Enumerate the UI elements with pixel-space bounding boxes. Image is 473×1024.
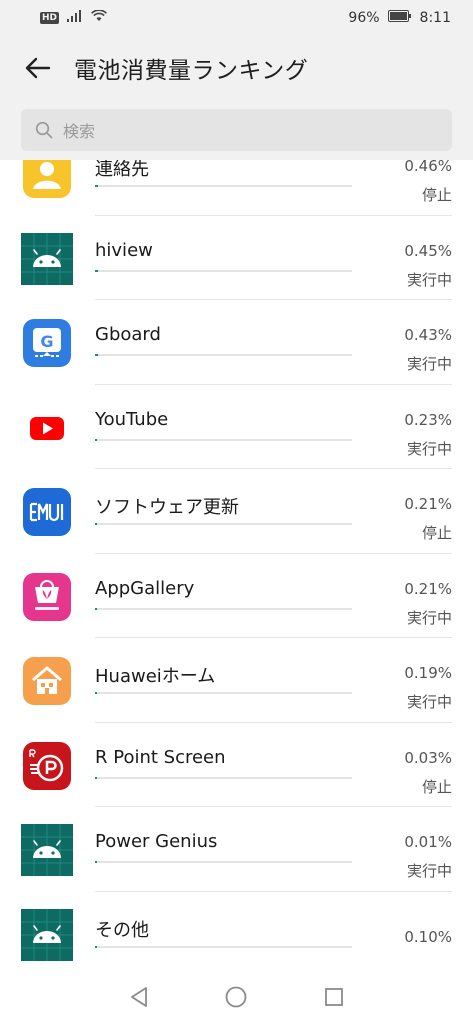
usage-percent: 0.19% xyxy=(404,664,452,682)
android-icon xyxy=(21,824,73,876)
usage-bar xyxy=(95,607,352,610)
app-name: R Point Screen xyxy=(95,746,226,768)
usage-bar xyxy=(95,945,352,948)
app-state: 実行中 xyxy=(406,439,452,458)
nav-recents-button[interactable] xyxy=(314,977,354,1017)
gboard-icon: G xyxy=(21,317,73,369)
status-left: HD xyxy=(40,9,107,26)
usage-percent: 0.45% xyxy=(404,241,452,260)
wifi-icon xyxy=(91,9,107,26)
app-name: AppGallery xyxy=(95,577,195,599)
app-state: 実行中 xyxy=(406,270,452,289)
battery-icon xyxy=(387,10,412,26)
app-name: 連絡先 xyxy=(95,160,149,180)
usage-bar-fill xyxy=(95,523,97,525)
appgallery-icon xyxy=(21,571,73,623)
list-item[interactable]: AppGallery 0.21% 実行中 xyxy=(0,554,473,638)
app-name: hiview xyxy=(95,239,153,261)
search-placeholder: 検索 xyxy=(63,122,96,141)
huawei-home-icon xyxy=(21,655,73,707)
usage-percent: 0.21% xyxy=(404,579,452,598)
usage-percent: 0.43% xyxy=(404,326,452,344)
back-button[interactable] xyxy=(14,44,62,92)
list-item[interactable]: 連絡先 0.46% 停止 xyxy=(0,160,473,216)
usage-bar xyxy=(95,438,352,441)
usage-bar-fill xyxy=(95,269,98,272)
nav-back-button[interactable] xyxy=(119,977,159,1017)
app-name: Huaweiホーム xyxy=(95,666,216,687)
contacts-icon xyxy=(21,160,73,200)
usage-bar-fill xyxy=(95,692,97,694)
app-name: Gboard xyxy=(95,324,161,345)
usage-bar-fill xyxy=(95,945,97,948)
list-item[interactable]: YouTube 0.23% 実行中 xyxy=(0,385,473,469)
usage-bar xyxy=(95,861,352,863)
usage-bar xyxy=(95,692,352,694)
app-name: Power Genius xyxy=(95,831,218,852)
usage-bar-fill xyxy=(95,354,98,356)
list-item[interactable]: R Point Screen 0.03% 停止 xyxy=(0,723,473,807)
list-item[interactable]: G Gboard 0.43% 実行中 xyxy=(0,300,473,385)
app-name: ソフトウェア更新 xyxy=(95,497,239,518)
usage-percent: 0.03% xyxy=(404,748,452,767)
app-state: 停止 xyxy=(421,524,452,542)
usage-percent: 0.23% xyxy=(404,410,452,429)
android-icon xyxy=(21,232,73,285)
status-right: 96% 8:11 xyxy=(348,10,451,26)
nav-home-button[interactable] xyxy=(216,977,256,1017)
clock: 8:11 xyxy=(419,10,451,26)
app-name: YouTube xyxy=(95,408,169,430)
hd-badge: HD xyxy=(40,12,60,24)
list-item[interactable]: hiview 0.45% 実行中 xyxy=(0,216,473,300)
list-item[interactable]: Power Genius 0.01% 実行中 xyxy=(0,807,473,892)
signal-icon xyxy=(67,10,83,26)
usage-bar xyxy=(95,523,352,525)
usage-bar-fill xyxy=(95,861,97,863)
app-state: 実行中 xyxy=(406,355,452,373)
battery-percent: 96% xyxy=(348,10,380,26)
usage-bar-fill xyxy=(95,776,97,779)
status-bar: HD 96% 8:11 xyxy=(0,0,473,36)
usage-bar-fill xyxy=(95,185,98,187)
list-item[interactable]: ソフトウェア更新 0.21% 停止 xyxy=(0,469,473,554)
usage-bar xyxy=(95,776,352,779)
list-item[interactable]: その他 0.10% xyxy=(0,892,473,971)
usage-percent: 0.21% xyxy=(404,495,452,513)
app-state: 実行中 xyxy=(406,693,452,711)
usage-bar xyxy=(95,269,352,272)
list-item[interactable]: Huaweiホーム 0.19% 実行中 xyxy=(0,638,473,723)
usage-bar xyxy=(95,185,352,187)
navigation-bar xyxy=(0,970,473,1024)
app-usage-list[interactable]: 連絡先 0.46% 停止 hiview 0.45% 実行中 G Gboard 0… xyxy=(0,160,473,970)
search-area: 検索 xyxy=(0,100,473,160)
usage-percent: 0.01% xyxy=(404,833,452,851)
app-state: 実行中 xyxy=(406,862,452,880)
emui-icon xyxy=(21,486,73,538)
page-title: 電池消費量ランキング xyxy=(74,58,309,84)
android-icon xyxy=(21,908,73,961)
app-state: 停止 xyxy=(421,186,452,204)
square-recents-icon xyxy=(325,988,344,1006)
rpoint-icon xyxy=(21,740,73,792)
app-state: 停止 xyxy=(421,777,452,796)
usage-bar-fill xyxy=(95,438,97,441)
app-name: その他 xyxy=(95,919,149,941)
app-header: 電池消費量ランキング xyxy=(0,36,473,100)
usage-bar-fill xyxy=(95,607,97,610)
triangle-back-icon xyxy=(130,987,147,1007)
youtube-icon xyxy=(21,402,73,454)
usage-percent: 0.10% xyxy=(404,927,452,946)
search-input[interactable]: 検索 xyxy=(21,109,452,151)
app-state: 実行中 xyxy=(406,608,452,627)
circle-home-icon xyxy=(226,986,247,1008)
search-icon xyxy=(35,121,53,139)
usage-bar xyxy=(95,354,352,356)
usage-percent: 0.46% xyxy=(404,160,452,175)
arrow-left-icon xyxy=(25,57,51,79)
svg-text:G: G xyxy=(40,332,53,351)
